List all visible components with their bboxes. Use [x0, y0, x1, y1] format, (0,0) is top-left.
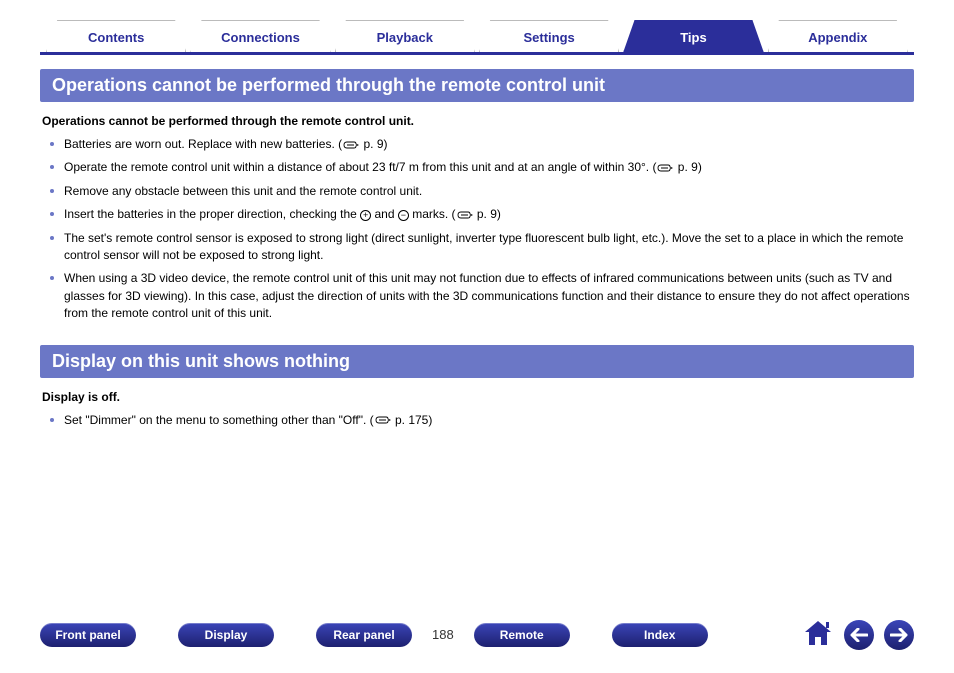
page-number: 188: [432, 627, 454, 642]
list-item: Insert the batteries in the proper direc…: [54, 206, 914, 223]
display-button[interactable]: Display: [178, 623, 274, 647]
list-item: Set "Dimmer" on the menu to something ot…: [54, 412, 914, 429]
list-item: Batteries are worn out. Replace with new…: [54, 136, 914, 153]
remote-button[interactable]: Remote: [474, 623, 570, 647]
tab-settings[interactable]: Settings: [479, 20, 619, 52]
section-heading-remote: Operations cannot be performed through t…: [40, 69, 914, 102]
subheading-remote: Operations cannot be performed through t…: [42, 114, 914, 128]
tab-contents[interactable]: Contents: [46, 20, 186, 52]
subheading-display: Display is off.: [42, 390, 914, 404]
footer: Front panel Display Rear panel 188 Remot…: [40, 618, 914, 651]
rear-panel-button[interactable]: Rear panel: [316, 623, 412, 647]
home-icon[interactable]: [802, 618, 834, 651]
top-tabs: Contents Connections Playback Settings T…: [40, 20, 914, 55]
tab-connections[interactable]: Connections: [190, 20, 330, 52]
next-page-icon[interactable]: [884, 620, 914, 650]
tab-playback[interactable]: Playback: [335, 20, 475, 52]
tab-tips[interactable]: Tips: [623, 20, 763, 52]
index-button[interactable]: Index: [612, 623, 708, 647]
tab-appendix[interactable]: Appendix: [768, 20, 908, 52]
list-item: Remove any obstacle between this unit an…: [54, 183, 914, 200]
front-panel-button[interactable]: Front panel: [40, 623, 136, 647]
list-item: Operate the remote control unit within a…: [54, 159, 914, 176]
list-item: When using a 3D video device, the remote…: [54, 270, 914, 322]
section-heading-display: Display on this unit shows nothing: [40, 345, 914, 378]
bullet-list-display: Set "Dimmer" on the menu to something ot…: [40, 412, 914, 429]
list-item: The set's remote control sensor is expos…: [54, 230, 914, 265]
prev-page-icon[interactable]: [844, 620, 874, 650]
bullet-list-remote: Batteries are worn out. Replace with new…: [40, 136, 914, 323]
